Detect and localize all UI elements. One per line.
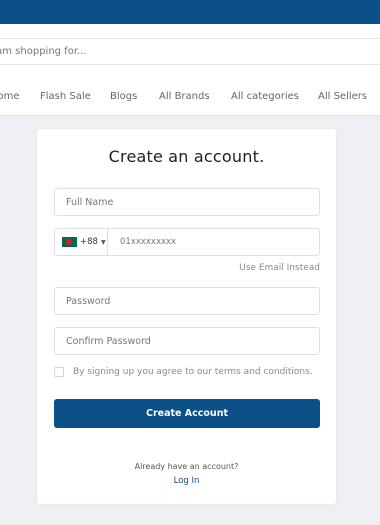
nav-home[interactable]: Home [0, 91, 20, 102]
nav-all-sellers[interactable]: All Sellers [318, 91, 367, 102]
search-bar-row [0, 24, 380, 78]
password-field [54, 287, 320, 315]
chevron-down-icon: ▼ [100, 238, 106, 246]
phone-input[interactable] [108, 229, 319, 255]
signup-card: Create an account. +88 ▼ Use Email Inste… [37, 129, 336, 504]
password-input[interactable] [55, 288, 319, 314]
confirm-password-field [54, 327, 320, 355]
nav-blogs[interactable]: Blogs [110, 91, 137, 102]
use-email-link[interactable]: Use Email Instead [239, 263, 320, 273]
login-link[interactable]: Log In [37, 476, 336, 486]
terms-label: By signing up you agree to our terms and… [73, 367, 313, 377]
page-title: Create an account. [108, 147, 265, 166]
nav-all-categories[interactable]: All categories [231, 91, 299, 102]
confirm-password-input[interactable] [55, 328, 319, 354]
terms-checkbox[interactable] [54, 367, 64, 377]
terms-row: By signing up you agree to our terms and… [54, 367, 313, 377]
already-have-account-text: Already have an account? [134, 462, 239, 471]
search-box [0, 38, 380, 65]
nav-all-brands[interactable]: All Brands [159, 91, 210, 102]
country-code-label: +88 [80, 237, 98, 247]
main-nav: Home Flash Sale Blogs All Brands All cat… [0, 78, 380, 116]
country-code-select[interactable]: +88 ▼ [55, 229, 108, 255]
bangladesh-flag-icon [62, 237, 77, 247]
full-name-input[interactable] [55, 189, 319, 215]
search-input[interactable] [0, 39, 380, 64]
top-bar [0, 0, 380, 24]
create-account-button[interactable]: Create Account [54, 399, 320, 428]
phone-field: +88 ▼ [54, 228, 320, 256]
nav-flash-sale[interactable]: Flash Sale [40, 91, 91, 102]
full-name-field [54, 188, 320, 216]
